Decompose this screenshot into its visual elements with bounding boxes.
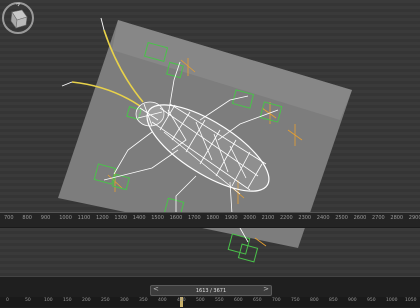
timeline-tick-label: 850 — [329, 298, 338, 303]
ruler-tick-label: 2800 — [390, 215, 404, 221]
ruler-tick-label: 1000 — [59, 215, 72, 221]
3d-viewport[interactable]: 700 800 900 1000 1100 1200 1300 1400 1500 1600 170… — [0, 0, 420, 276]
timeline-tick-label: 350 — [139, 298, 148, 303]
ruler-tick-label: 1900 — [224, 215, 238, 221]
timeline-tick-label: 700 — [272, 298, 281, 303]
frame-ruler[interactable]: 700 800 900 1000 1100 1200 1300 1400 1500 1600 170… — [0, 212, 420, 228]
ruler-tick-label: 2100 — [261, 215, 275, 221]
next-frame-button[interactable]: > — [263, 285, 269, 293]
ruler-tick-label: 800 — [22, 215, 32, 221]
timeline-tick-label: 300 — [120, 298, 129, 303]
ruler-tick-label: 1800 — [206, 215, 220, 221]
ruler-tick-label: 2300 — [298, 215, 312, 221]
ruler-tick-label: 1300 — [114, 215, 128, 221]
ruler-tick-label: 1200 — [96, 215, 109, 221]
timeline-tick-label: 550 — [215, 298, 224, 303]
viewcube-icon[interactable] — [0, 0, 36, 36]
ruler-tick-label: 900 — [40, 215, 51, 221]
scene-canvas[interactable] — [0, 0, 420, 276]
ruler-tick-label: 1100 — [77, 215, 91, 221]
ruler-tick-label: 700 — [4, 215, 14, 221]
ruler-tick-label: 1400 — [132, 215, 146, 221]
timeline-tick-label: 900 — [348, 298, 357, 303]
prev-frame-button[interactable]: < — [153, 285, 159, 293]
timeline-tick-label: 200 — [82, 298, 91, 303]
timeline-tick-label: 650 — [253, 298, 262, 303]
ruler-tick-label: 2900 — [408, 215, 420, 221]
timeline-tick-label: 950 — [367, 298, 376, 303]
timeline-tick-label: 100 — [44, 298, 53, 303]
ruler-tick-label: 2400 — [316, 215, 330, 221]
ruler-tick-label: 2500 — [335, 215, 348, 221]
frame-readout: 1613 / 3671 — [195, 287, 227, 294]
timeline-tick-label: 750 — [291, 298, 300, 303]
ruler-tick-label: 2600 — [353, 215, 367, 221]
timeline-tick-label: 1000 — [386, 298, 398, 303]
timeline-tick-label: 150 — [63, 298, 72, 303]
timeline-tick-label: 0 — [6, 298, 9, 303]
ruler-tick-label: 1600 — [169, 215, 183, 221]
timeline-tick-label: 500 — [196, 298, 205, 303]
timeline-tick-label: 50 — [25, 298, 31, 303]
time-slider[interactable]: < 1613 / 3671 > — [150, 285, 272, 296]
ruler-tick-label: 1700 — [188, 215, 201, 221]
timeline-tick-label: 250 — [101, 298, 110, 303]
timeline-tick-label: 1050 — [405, 298, 417, 303]
timeline-tick-label: 400 — [158, 298, 167, 303]
timeline-tick-label: 800 — [310, 298, 319, 303]
trackbar: < 1613 / 3671 > 0 50 100 150 200 250 300 350 400… — [0, 276, 420, 308]
ruler-tick-label: 2200 — [280, 215, 293, 221]
timeline-tick-label: 450 — [177, 298, 186, 303]
timeline-tick-label: 600 — [234, 298, 243, 303]
timeline[interactable]: 0 50 100 150 200 250 300 350 400 450 500 550 600 650 7… — [0, 297, 420, 307]
ruler-tick-label: 2000 — [243, 215, 256, 221]
ruler-tick-label: 2700 — [372, 215, 385, 221]
ruler-tick-label: 1500 — [151, 215, 164, 221]
